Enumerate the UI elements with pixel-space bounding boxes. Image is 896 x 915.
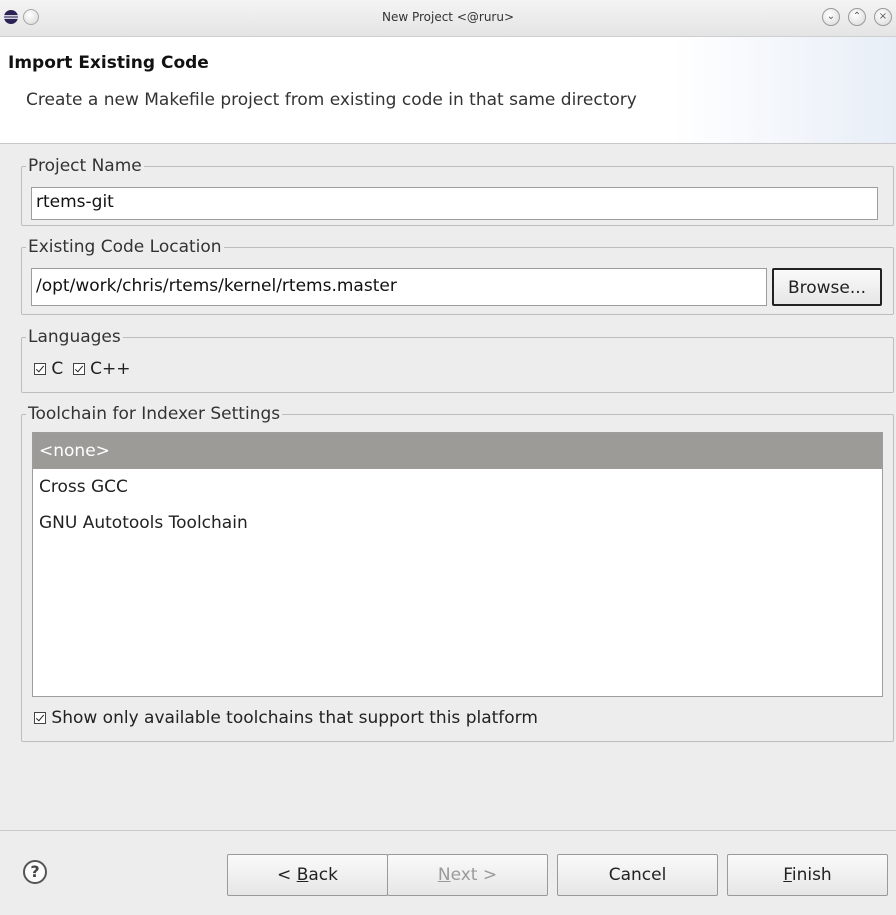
toolchain-legend: Toolchain for Indexer Settings <box>28 404 281 424</box>
page-title: Import Existing Code <box>8 53 209 73</box>
minimize-button[interactable]: ⌄ <box>822 8 840 26</box>
page-description: Create a new Makefile project from exist… <box>26 90 637 110</box>
show-only-checkbox[interactable]: Show only available toolchains that supp… <box>34 708 538 728</box>
code-location-input[interactable]: /opt/work/chris/rtems/kernel/rtems.maste… <box>31 268 767 306</box>
project-name-legend: Project Name <box>28 156 142 176</box>
project-name-input[interactable]: rtems-git <box>31 187 878 220</box>
maximize-button[interactable]: ⌃ <box>848 8 866 26</box>
checkbox-checked-icon <box>34 363 46 375</box>
language-c-checkbox[interactable]: C <box>34 359 63 379</box>
help-icon[interactable]: ? <box>23 860 47 884</box>
language-cpp-label: C++ <box>90 359 131 379</box>
languages-checkboxes: C C++ <box>34 359 130 379</box>
language-cpp-checkbox[interactable]: C++ <box>72 359 131 379</box>
show-only-label: Show only available toolchains that supp… <box>51 708 538 728</box>
window-titlebar: New Project <@ruru> ⌄ ⌃ × <box>0 0 896 37</box>
checkbox-checked-icon <box>34 712 46 724</box>
next-button[interactable]: Next > <box>387 854 548 896</box>
back-mnemonic: B <box>296 865 309 885</box>
list-item[interactable]: <none> <box>33 433 882 469</box>
next-label-rest: ext > <box>450 865 498 885</box>
back-label-rest: ack <box>308 865 338 885</box>
cancel-button[interactable]: Cancel <box>557 854 718 896</box>
finish-mnemonic: F <box>783 865 792 885</box>
toolchain-list[interactable]: <none> Cross GCC GNU Autotools Toolchain <box>32 432 883 697</box>
code-location-legend: Existing Code Location <box>28 237 222 257</box>
finish-label-rest: inish <box>791 865 832 885</box>
next-mnemonic: N <box>437 865 451 885</box>
checkbox-checked-icon <box>72 363 85 375</box>
language-c-label: C <box>51 359 64 379</box>
languages-legend: Languages <box>28 327 121 347</box>
list-item[interactable]: GNU Autotools Toolchain <box>33 505 882 541</box>
browse-button[interactable]: Browse... <box>772 268 882 306</box>
finish-button[interactable]: Finish <box>727 854 888 896</box>
close-button[interactable]: × <box>874 8 892 26</box>
back-prefix: < <box>277 865 297 885</box>
window-title: New Project <@ruru> <box>381 10 515 24</box>
list-item[interactable]: Cross GCC <box>33 469 882 505</box>
languages-group: Languages <box>21 327 894 393</box>
footer-separator <box>0 830 896 831</box>
back-button[interactable]: < Back <box>227 854 388 896</box>
wizard-header: Import Existing Code Create a new Makefi… <box>0 37 896 144</box>
